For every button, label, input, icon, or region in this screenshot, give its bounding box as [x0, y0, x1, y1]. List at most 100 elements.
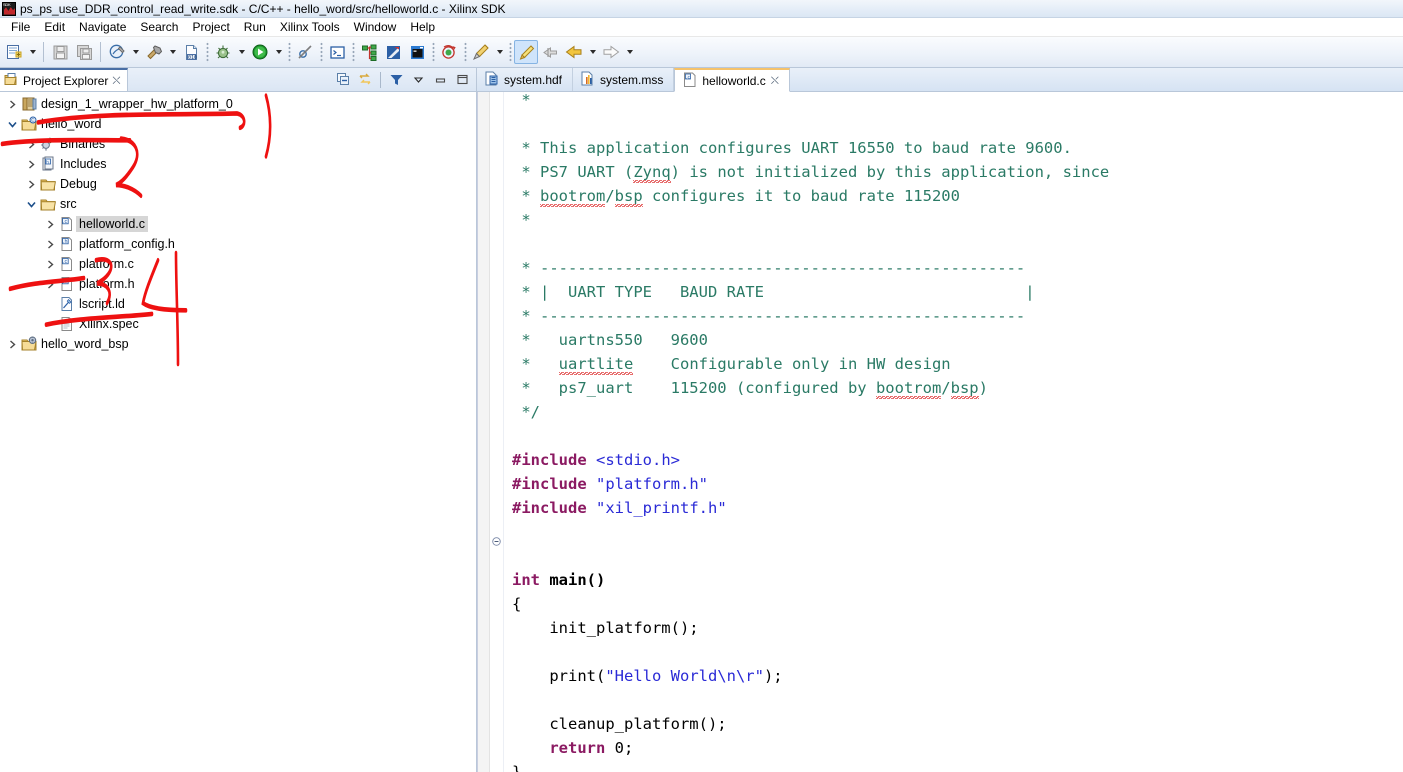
- window-title: ps_ps_use_DDR_control_read_write.sdk - C…: [20, 1, 506, 16]
- menu-help[interactable]: Help: [403, 19, 442, 36]
- chevron-down-icon[interactable]: [4, 114, 20, 134]
- tab-label: system.hdf: [504, 72, 563, 87]
- chevron-right-icon[interactable]: [23, 154, 39, 174]
- fold-collapse-icon[interactable]: [492, 537, 501, 546]
- c-file-icon: .c: [683, 72, 697, 90]
- tree-item-binaries[interactable]: 10 Binaries: [0, 134, 476, 154]
- menu-file[interactable]: File: [4, 19, 37, 36]
- tree-item-src[interactable]: src: [0, 194, 476, 214]
- skip-breakpoints-button[interactable]: [293, 40, 317, 64]
- menu-run[interactable]: Run: [237, 19, 273, 36]
- code-line: * uartns550 9600: [512, 328, 1403, 352]
- save-button[interactable]: [48, 40, 72, 64]
- toolbar-dot-divider: [319, 41, 323, 63]
- new-wizard-button[interactable]: [2, 40, 26, 64]
- annotation-ruler[interactable]: [477, 92, 490, 772]
- c-file-icon: .c: [58, 255, 76, 273]
- tree-item-hello-word[interactable]: Chello_word: [0, 114, 476, 134]
- chevron-right-icon[interactable]: [42, 274, 58, 294]
- tree-item-label: design_1_wrapper_hw_platform_0: [41, 97, 233, 111]
- tree-item-label: Debug: [60, 177, 97, 191]
- source-code[interactable]: * Helloworld.c: simple test application …: [504, 92, 1403, 772]
- tree-item-helloworld-c[interactable]: .c helloworld.c: [0, 214, 476, 234]
- project-tree[interactable]: design_1_wrapper_hw_platform_0 Chello_wor…: [0, 92, 476, 772]
- chevron-right-icon[interactable]: [4, 334, 20, 354]
- tree-item-design-1-wrapper-hw-platform-0[interactable]: design_1_wrapper_hw_platform_0: [0, 94, 476, 114]
- code-token: print(: [512, 667, 606, 685]
- program-fpga-button[interactable]: [105, 40, 129, 64]
- menu-edit[interactable]: Edit: [37, 19, 72, 36]
- tree-item-platform-config-h[interactable]: .h platform_config.h: [0, 234, 476, 254]
- menu-navigate[interactable]: Navigate: [72, 19, 133, 36]
- tree-item-label: platform.c: [79, 257, 134, 271]
- chevron-right-icon[interactable]: [23, 174, 39, 194]
- back-history-button[interactable]: [538, 40, 562, 64]
- system-debugger-button[interactable]: [357, 40, 381, 64]
- svg-text:.c: .c: [63, 220, 68, 225]
- editor-canvas[interactable]: * Helloworld.c: simple test application …: [477, 92, 1403, 772]
- dump-hex-button[interactable]: 010: [179, 40, 203, 64]
- tree-item-lscript-ld[interactable]: lscript.ld: [0, 294, 476, 314]
- menu-search[interactable]: Search: [133, 19, 185, 36]
- run-dropdown[interactable]: [272, 40, 285, 64]
- code-line: }: [512, 760, 1403, 772]
- tree-item-debug[interactable]: Debug: [0, 174, 476, 194]
- program-fpga-dropdown[interactable]: [129, 40, 142, 64]
- tree-item-label: platform.h: [79, 277, 135, 291]
- minimize-icon[interactable]: [430, 70, 450, 90]
- collapse-all-icon[interactable]: [333, 70, 353, 90]
- folding-ruler[interactable]: [490, 92, 504, 772]
- tree-item-includes[interactable]: h Includes: [0, 154, 476, 174]
- filter-funnel-icon[interactable]: [386, 70, 406, 90]
- maximize-icon[interactable]: [452, 70, 472, 90]
- link-with-editor-icon[interactable]: [355, 70, 375, 90]
- save-all-button[interactable]: [72, 40, 96, 64]
- code-token: #include: [512, 475, 596, 493]
- run-button[interactable]: [248, 40, 272, 64]
- close-icon[interactable]: ⛌: [771, 75, 779, 86]
- open-terminal-button[interactable]: [325, 40, 349, 64]
- forward-button[interactable]: [599, 40, 623, 64]
- tree-item-platform-h[interactable]: .h platform.h: [0, 274, 476, 294]
- new-c-project-button[interactable]: [469, 40, 493, 64]
- last-edit-location-button[interactable]: [514, 40, 538, 64]
- menu-project[interactable]: Project: [185, 19, 236, 36]
- code-token: *: [512, 92, 531, 109]
- tree-item-hello-word-bsp[interactable]: hello_word_bsp: [0, 334, 476, 354]
- tree-item-label: platform_config.h: [79, 237, 175, 251]
- flash-writer-button[interactable]: [381, 40, 405, 64]
- twisty-placeholder: [42, 314, 58, 334]
- back-button[interactable]: [562, 40, 586, 64]
- chevron-right-icon[interactable]: [42, 254, 58, 274]
- chevron-down-icon[interactable]: [408, 70, 428, 90]
- menu-xilinx-tools[interactable]: Xilinx Tools: [273, 19, 347, 36]
- tab-system-hdf[interactable]: system.hdf: [477, 68, 574, 91]
- regenerate-bsp-button[interactable]: [437, 40, 461, 64]
- code-line: init_platform();: [512, 616, 1403, 640]
- new-c-project-dropdown[interactable]: [493, 40, 506, 64]
- build-dropdown[interactable]: [166, 40, 179, 64]
- menu-window[interactable]: Window: [347, 19, 404, 36]
- debug-button[interactable]: [211, 40, 235, 64]
- tree-item-xilinx-spec[interactable]: Xilinx.spec: [0, 314, 476, 334]
- new-wizard-dropdown[interactable]: [26, 40, 39, 64]
- tab-system-mss[interactable]: system.mss: [573, 68, 675, 91]
- chevron-right-icon[interactable]: [23, 134, 39, 154]
- chevron-right-icon[interactable]: [42, 234, 58, 254]
- forward-dropdown[interactable]: [623, 40, 636, 64]
- console-button[interactable]: [405, 40, 429, 64]
- tab-project-explorer[interactable]: Project Explorer ⛌: [0, 68, 128, 91]
- code-token: * PS7 UART (Zynq) is not initialized by …: [512, 163, 1110, 181]
- close-icon[interactable]: ⛌: [112, 75, 120, 86]
- twisty-placeholder: [42, 294, 58, 314]
- chevron-right-icon[interactable]: [42, 214, 58, 234]
- chevron-right-icon[interactable]: [4, 94, 20, 114]
- code-line: * This application configures UART 16550…: [512, 136, 1403, 160]
- debug-dropdown[interactable]: [235, 40, 248, 64]
- tree-item-platform-c[interactable]: .c platform.c: [0, 254, 476, 274]
- chevron-down-icon[interactable]: [23, 194, 39, 214]
- build-button[interactable]: [142, 40, 166, 64]
- back-dropdown[interactable]: [586, 40, 599, 64]
- tab-helloworld-c[interactable]: .c helloworld.c ⛌: [674, 68, 790, 92]
